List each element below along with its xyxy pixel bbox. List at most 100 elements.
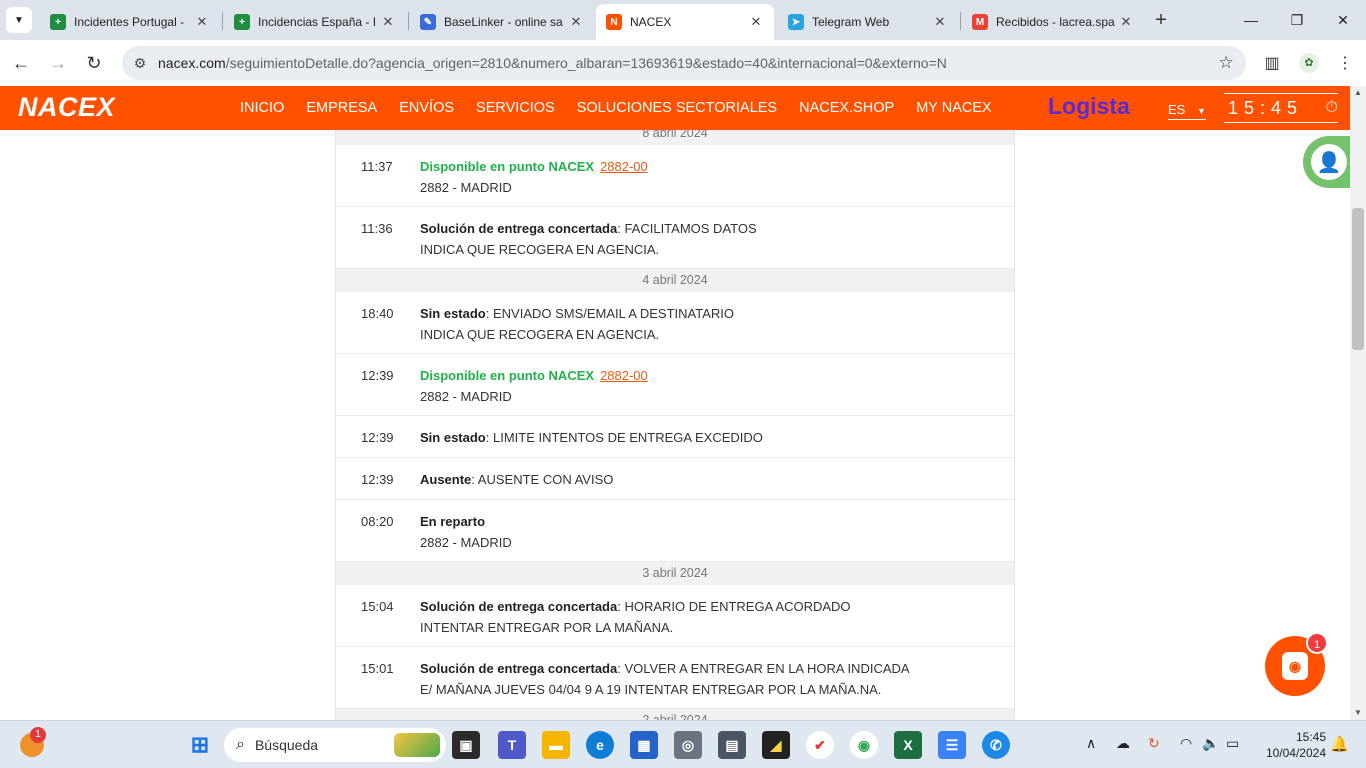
close-icon[interactable]: ✕: [194, 14, 210, 30]
close-icon[interactable]: ✕: [380, 14, 396, 30]
event-status: Disponible en punto NACEX: [420, 159, 595, 174]
nav-item-4[interactable]: SERVICIOS: [476, 100, 555, 116]
page-scrollbar[interactable]: ▲ ▼: [1350, 86, 1366, 720]
sync-icon[interactable]: ↻: [1148, 735, 1160, 752]
browser-tab-5[interactable]: ➤ Telegram Web ✕: [778, 4, 958, 40]
browser-tab-3[interactable]: ✎ BaseLinker - online sa ✕: [410, 4, 594, 40]
store-app[interactable]: ▦: [630, 731, 658, 759]
restore-button[interactable]: ❐: [1274, 0, 1320, 40]
reload-icon: ↻: [86, 52, 102, 73]
event-detail: : VOLVER A ENTREGAR EN LA HORA INDICADA: [617, 661, 910, 676]
scroll-down-arrow[interactable]: ▼: [1350, 706, 1366, 720]
tracking-event: 15:01 Solución de entrega concertada: VOL…: [336, 647, 1014, 709]
tracking-event: 18:40 Sin estado: ENVIADO SMS/EMAIL A DES…: [336, 292, 1014, 354]
tab-search-button[interactable]: ▼: [6, 7, 32, 33]
tab-title: Telegram Web: [812, 15, 890, 29]
tracking-history: 8 abril 2024 11:37 Disponible en punto NAC…: [335, 122, 1015, 720]
event-detail: : HORARIO DE ENTREGA ACORDADO: [617, 599, 851, 614]
nav-item-2[interactable]: EMPRESA: [306, 100, 377, 116]
excel-icon: X: [903, 737, 913, 753]
close-icon[interactable]: ✕: [932, 14, 948, 30]
back-button[interactable]: ←: [8, 50, 34, 76]
notepad-app[interactable]: ☰: [938, 731, 966, 759]
nav-item-3[interactable]: ENVÍOS: [399, 100, 454, 116]
start-button[interactable]: ⊞: [186, 731, 214, 759]
browser-menu-button[interactable]: ⋮: [1332, 50, 1358, 76]
profile-button[interactable]: ✿: [1296, 50, 1322, 76]
onedrive-icon[interactable]: ☁: [1116, 735, 1130, 752]
battery-icon[interactable]: ▭: [1226, 735, 1239, 752]
minimize-button[interactable]: —: [1228, 0, 1274, 40]
nav-item-5[interactable]: SOLUCIONES SECTORIALES: [577, 100, 777, 116]
chrome-app[interactable]: ◉: [850, 731, 878, 759]
tab-separator: [408, 12, 409, 30]
forward-button[interactable]: →: [45, 50, 71, 76]
volume-icon[interactable]: 🔈: [1202, 735, 1219, 752]
checklist-app[interactable]: ✔: [806, 731, 834, 759]
scroll-thumb[interactable]: [1352, 208, 1364, 350]
event-detail: : AUSENTE CON AVISO: [471, 472, 614, 487]
bookmark-star-icon[interactable]: ☆: [1206, 53, 1246, 73]
store-icon: ▦: [637, 736, 651, 753]
calculator-app[interactable]: ▤: [718, 731, 746, 759]
notification-bell-icon[interactable]: 🔔: [1330, 735, 1349, 753]
new-tab-button[interactable]: +: [1150, 9, 1172, 31]
reload-button[interactable]: ↻: [81, 50, 107, 76]
tracking-event: 12:39 Sin estado: LIMITE INTENTOS DE ENTR…: [336, 416, 1014, 458]
language-value: ES: [1168, 102, 1186, 117]
chat-bot-icon: ◉: [1282, 652, 1308, 680]
point-code-link[interactable]: 2882-00: [600, 368, 648, 383]
taskbar: 1 ⊞ ⌕ Búsqueda ▣ T ▬ e ▦ ◎ ▤ ◢ ✔ ◉ X ☰ ✆…: [0, 720, 1366, 768]
chrome-icon: ◉: [857, 736, 871, 753]
event-body: Disponible en punto NACEX 2882-00 2882 - M…: [420, 156, 1014, 206]
nav-item-7[interactable]: MY NACEX: [916, 100, 991, 116]
close-window-button[interactable]: ✕: [1320, 0, 1366, 40]
excel-app[interactable]: X: [894, 731, 922, 759]
nacex-logo[interactable]: NACEX: [18, 92, 115, 123]
phone-app[interactable]: ✆: [982, 731, 1010, 759]
site-settings-icon[interactable]: ⚙: [122, 55, 158, 72]
close-icon[interactable]: ✕: [748, 14, 764, 30]
event-time: 12:39: [361, 472, 394, 487]
close-icon[interactable]: ✕: [1118, 14, 1134, 30]
arrow-left-icon: ←: [12, 52, 30, 73]
event-line2: 2882 - MADRID: [420, 389, 512, 404]
date-separator: 4 abril 2024: [336, 269, 1014, 292]
browser-tab-1[interactable]: + Incidentes Portugal - ✕: [40, 4, 220, 40]
point-code-link[interactable]: 2882-00: [600, 159, 648, 174]
edge-app[interactable]: e: [586, 731, 614, 759]
folder-icon: ▬: [549, 737, 563, 753]
sticky-app[interactable]: ◢: [762, 731, 790, 759]
nav-item-1[interactable]: INICIO: [240, 100, 284, 116]
tracking-event: 08:20 En reparto 2882 - MADRID: [336, 500, 1014, 562]
browser-tab-6[interactable]: M Recibidos - lacrea.spa ✕: [962, 4, 1144, 40]
clock-time: 15:45: [1228, 97, 1304, 118]
search-placeholder: Búsqueda: [254, 737, 319, 753]
page-viewport: 8 abril 2024 11:37 Disponible en punto NAC…: [0, 86, 1366, 720]
tray-overflow-icon[interactable]: ∧: [1086, 735, 1096, 752]
event-body: Solución de entrega concertada: VOLVER A…: [420, 658, 1014, 708]
browser-tab-4[interactable]: N NACEX ✕: [596, 4, 774, 40]
language-selector[interactable]: ES ▼: [1168, 102, 1206, 120]
tab-title: Incidencias España - I: [258, 15, 377, 29]
side-panel-button[interactable]: ▥: [1259, 50, 1285, 76]
system-clock[interactable]: 15:45 10/04/2024: [1256, 729, 1326, 761]
file-explorer-app[interactable]: ▬: [542, 731, 570, 759]
event-detail: : LIMITE INTENTOS DE ENTREGA EXCEDIDO: [485, 430, 763, 445]
browser-tab-2[interactable]: + Incidencias España - I ✕: [224, 4, 406, 40]
task-view-button[interactable]: ▣: [452, 731, 480, 759]
scroll-up-arrow[interactable]: ▲: [1350, 86, 1366, 100]
wifi-icon[interactable]: ◠: [1180, 735, 1192, 752]
teams-app[interactable]: T: [498, 731, 526, 759]
taskbar-search[interactable]: ⌕ Búsqueda: [224, 728, 446, 762]
event-body: Solución de entrega concertada: HORARIO …: [420, 596, 1014, 646]
camera-app[interactable]: ◎: [674, 731, 702, 759]
edge-icon: e: [596, 737, 604, 753]
url-text[interactable]: nacex.com/seguimientoDetalle.do?agencia_…: [158, 55, 1206, 71]
close-icon[interactable]: ✕: [568, 14, 584, 30]
logista-logo[interactable]: Logista: [1048, 93, 1130, 120]
address-bar[interactable]: ⚙ nacex.com/seguimientoDetalle.do?agenci…: [122, 46, 1246, 80]
nav-item-6[interactable]: NACEX.SHOP: [799, 100, 894, 116]
event-time: 11:37: [361, 159, 393, 174]
event-line2: INTENTAR ENTREGAR POR LA MAÑANA.: [420, 620, 674, 635]
